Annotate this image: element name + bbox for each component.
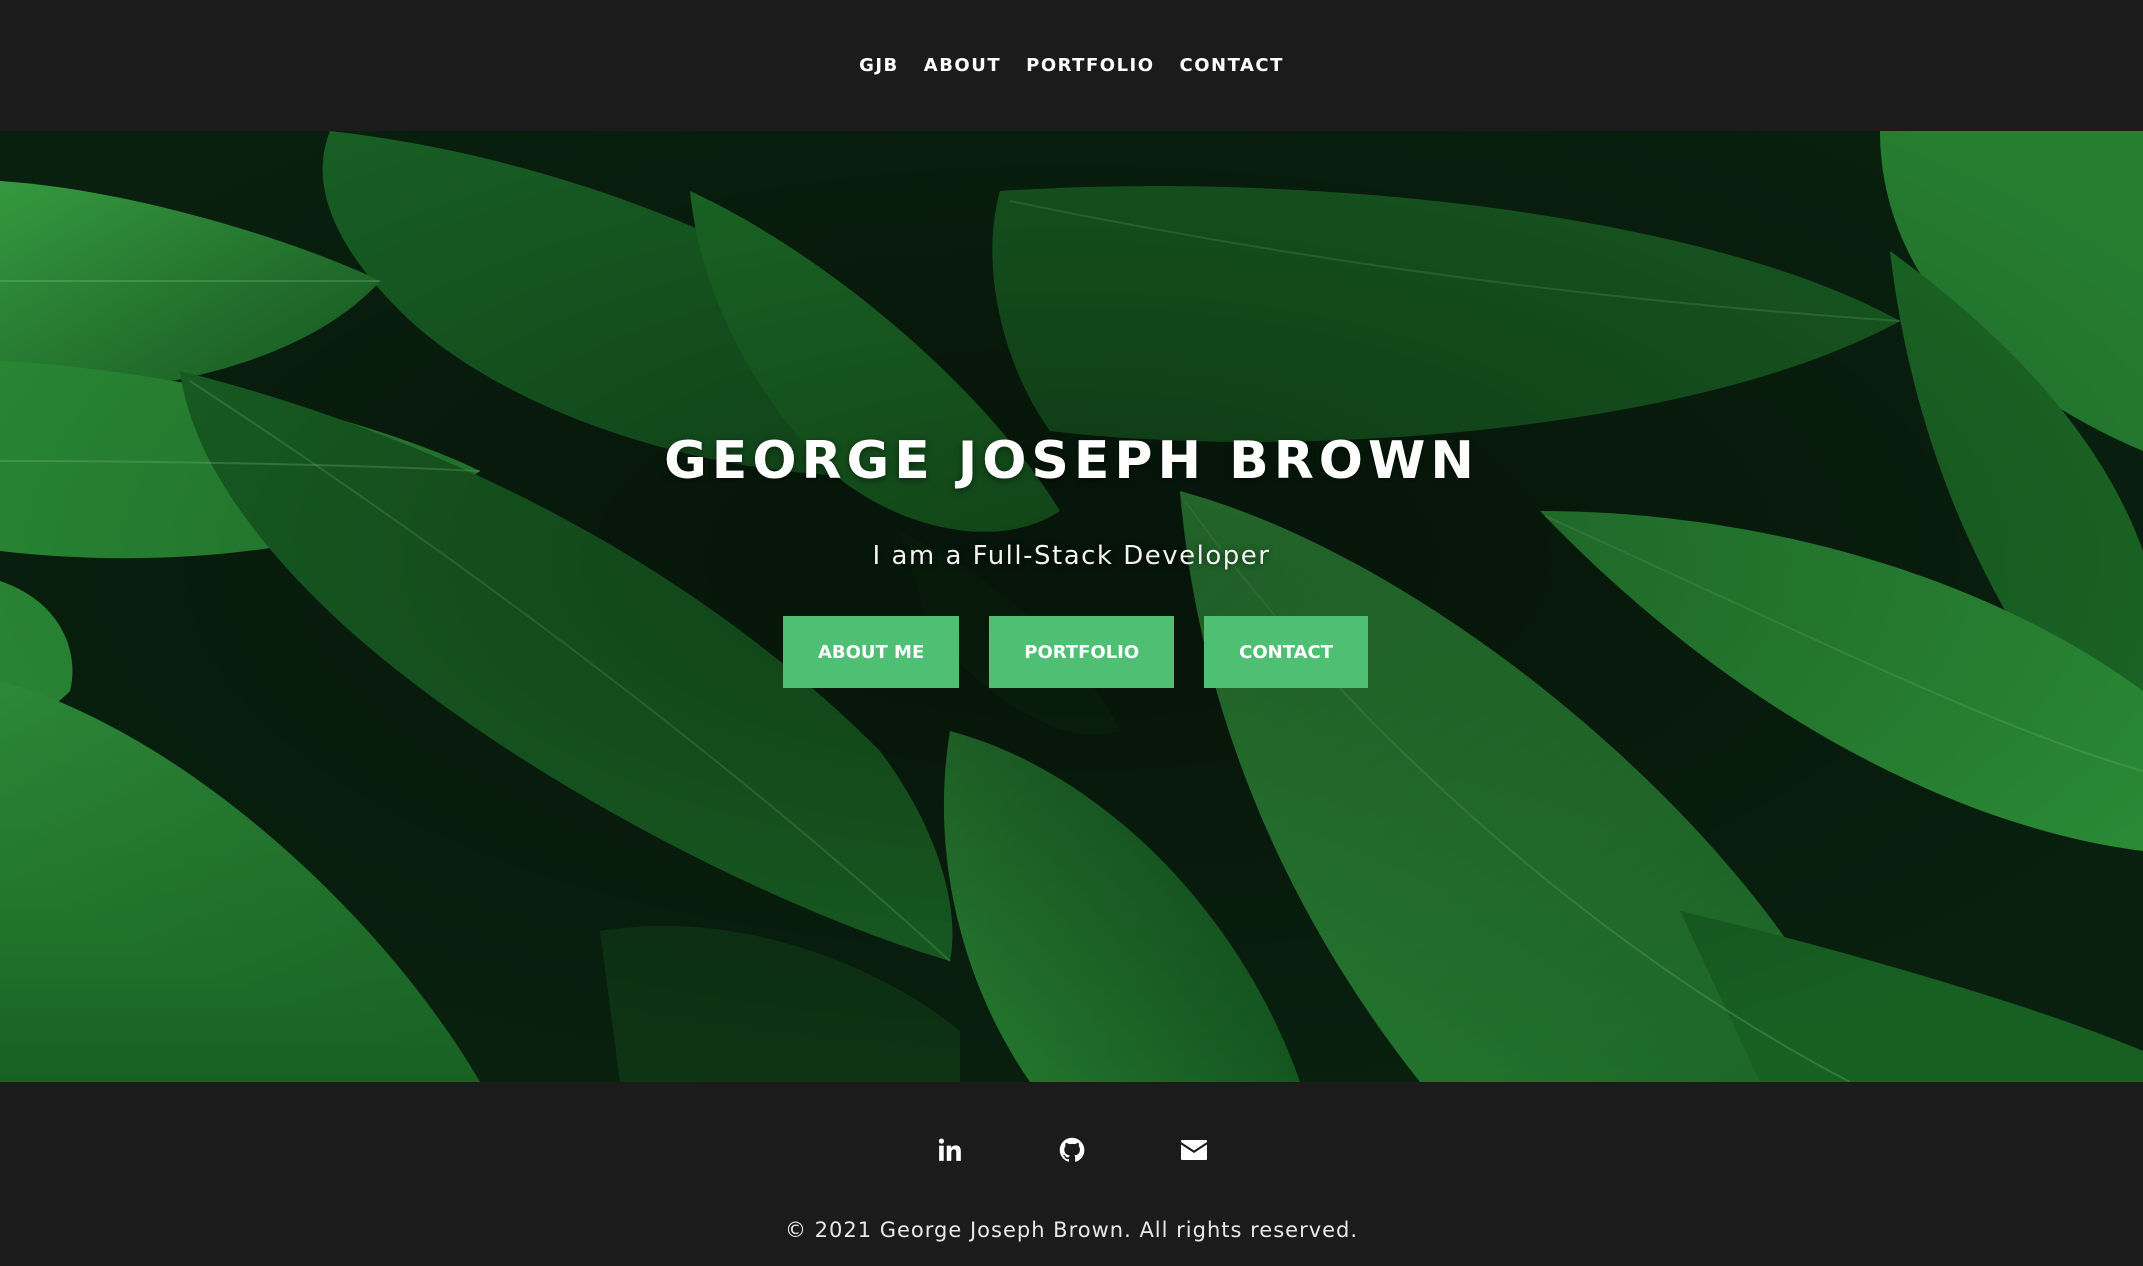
hero-title: GEORGE JOSEPH BROWN (664, 431, 1479, 491)
nav-link-portfolio[interactable]: PORTFOLIO (1026, 51, 1154, 80)
footer: © 2021 George Joseph Brown. All rights r… (0, 1082, 2143, 1266)
hero-subtitle: I am a Full-Stack Developer (872, 541, 1271, 571)
social-links (0, 1134, 2143, 1166)
copyright-text: © 2021 George Joseph Brown. All rights r… (784, 1218, 1359, 1242)
nav-link-home[interactable]: GJB (859, 51, 899, 80)
nav-link-about[interactable]: ABOUT (924, 51, 1001, 80)
hero-section: GEORGE JOSEPH BROWN I am a Full-Stack De… (0, 131, 2143, 1082)
linkedin-icon (938, 1138, 961, 1161)
github-link[interactable] (1056, 1134, 1088, 1166)
contact-button[interactable]: CONTACT (1204, 616, 1369, 688)
linkedin-link[interactable] (934, 1134, 966, 1166)
email-link[interactable] (1178, 1134, 1210, 1166)
hero-content: GEORGE JOSEPH BROWN I am a Full-Stack De… (0, 131, 2143, 1082)
portfolio-button[interactable]: PORTFOLIO (989, 616, 1175, 688)
about-me-button[interactable]: ABOUT ME (782, 616, 960, 688)
envelope-icon (1180, 1140, 1207, 1160)
nav-link-contact[interactable]: CONTACT (1180, 51, 1284, 80)
top-navbar: GJB ABOUT PORTFOLIO CONTACT (0, 0, 2143, 131)
hero-button-group: ABOUT ME PORTFOLIO CONTACT (0, 616, 2143, 688)
github-icon (1059, 1137, 1084, 1162)
